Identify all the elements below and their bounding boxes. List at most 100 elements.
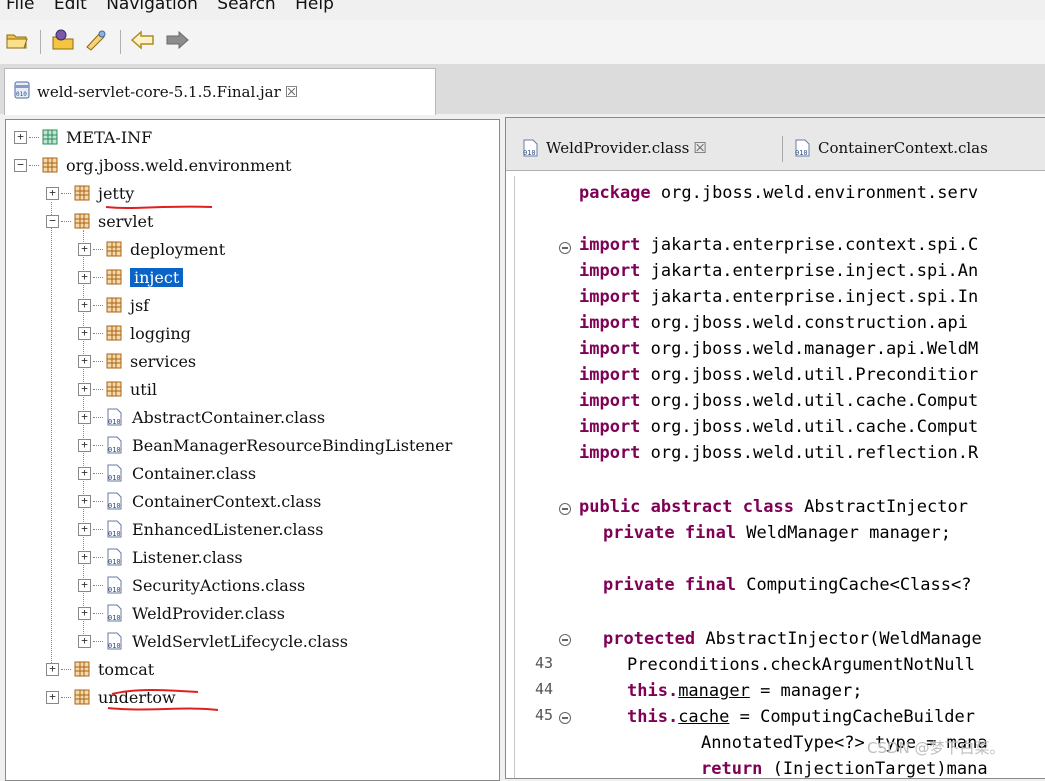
expand-icon[interactable]: + [78, 382, 91, 396]
fold-icon[interactable] [559, 634, 571, 646]
open-class-icon[interactable] [82, 28, 108, 52]
expand-icon[interactable]: + [14, 130, 27, 144]
tree-item-services[interactable]: + services [78, 348, 196, 374]
tree-item-label: util [130, 379, 157, 399]
code-line-import: import jakarta.enterprise.context.spi.C [579, 235, 979, 255]
tree-item-util[interactable]: + util [78, 376, 157, 402]
svg-text:010: 010 [16, 91, 27, 98]
code-line-package: package org.jboss.weld.environment.serv [579, 183, 979, 203]
expand-icon[interactable]: + [78, 298, 91, 312]
tree-item-jsf[interactable]: + jsf [78, 292, 149, 318]
class-file-icon: 010 [107, 632, 122, 650]
tree-item-class-file[interactable]: + 010 Listener.class [78, 544, 243, 570]
watermark: CSDN @梦下白菜。 [867, 739, 1005, 757]
tree-item-label: WeldServletLifecycle.class [132, 631, 348, 651]
class-file-icon: 010 [107, 464, 122, 482]
package-icon [106, 381, 122, 397]
package-icon [106, 241, 122, 257]
menu-navigation[interactable]: Navigation [106, 0, 198, 14]
package-icon [106, 269, 122, 285]
expand-icon[interactable]: + [78, 634, 91, 648]
expand-icon[interactable]: + [78, 522, 91, 536]
tree-item-label: EnhancedListener.class [132, 519, 324, 539]
tree-item-class-file[interactable]: + 010 Container.class [78, 460, 256, 486]
menu-edit[interactable]: Edit [54, 0, 87, 14]
tree-item-class-file[interactable]: + 010 EnhancedListener.class [78, 516, 323, 542]
menu-help[interactable]: Help [295, 0, 334, 14]
tree-item-class-file[interactable]: + 010 SecurityActions.class [78, 572, 305, 598]
expand-icon[interactable]: + [46, 186, 59, 200]
code-line-import: import org.jboss.weld.manager.api.WeldM [579, 339, 979, 359]
collapse-icon[interactable]: − [46, 214, 59, 228]
tree-item-inject[interactable]: + inject [78, 264, 184, 290]
code-line-import: import org.jboss.weld.util.Preconditior [579, 365, 979, 385]
back-arrow-icon[interactable] [130, 28, 156, 52]
expand-icon[interactable]: + [78, 242, 91, 256]
tree-item-tomcat[interactable]: + tomcat [46, 656, 154, 682]
menu-file[interactable]: File [6, 0, 34, 14]
expand-icon[interactable]: + [46, 690, 59, 704]
class-file-icon: 010 [107, 520, 122, 538]
tree-item-servlet[interactable]: − servlet [46, 208, 153, 234]
class-file-icon: 010 [107, 604, 122, 622]
tree-item-class-file[interactable]: + 010 AbstractContainer.class [78, 404, 325, 430]
expand-icon[interactable]: + [78, 438, 91, 452]
expand-icon[interactable]: + [78, 410, 91, 424]
close-icon[interactable]: ☒ [285, 83, 298, 101]
jar-tab[interactable]: 010 weld-servlet-core-5.1.5.Final.jar ☒ [4, 68, 436, 115]
fold-icon[interactable] [559, 242, 571, 254]
toolbar [0, 20, 1045, 65]
tree-item-label: Listener.class [132, 547, 243, 567]
tree-item-meta-inf[interactable]: + META-INF [14, 124, 152, 150]
red-underline-annotation [107, 689, 219, 711]
tree-item-class-file[interactable]: + 010 ContainerContext.class [78, 488, 321, 514]
class-file-editor: 010 WeldProvider.class ☒ 010 ContainerCo… [505, 117, 1045, 779]
expand-icon[interactable]: + [78, 354, 91, 368]
class-file-icon: 010 [107, 548, 122, 566]
expand-icon[interactable]: + [78, 466, 91, 480]
tree-item-label: ContainerContext.class [132, 491, 322, 511]
code-line-import: import org.jboss.weld.util.reflection.R [579, 443, 979, 463]
tree-item-class-file[interactable]: + 010 WeldServletLifecycle.class [78, 628, 348, 654]
tree-item-label: deployment [130, 239, 226, 259]
package-icon [74, 185, 90, 201]
tab-weldprovider[interactable]: 010 WeldProvider.class ☒ [520, 126, 707, 170]
jar-tab-bar: 010 weld-servlet-core-5.1.5.Final.jar ☒ [0, 64, 1045, 115]
open-folder-icon[interactable] [4, 28, 30, 52]
expand-icon[interactable]: + [78, 578, 91, 592]
tree-item-label: services [130, 351, 197, 371]
code-line-45: this.cache = ComputingCacheBuilder [627, 707, 976, 727]
expand-icon[interactable]: + [46, 662, 59, 676]
menu-search[interactable]: Search [217, 0, 275, 14]
expand-icon[interactable]: + [78, 494, 91, 508]
close-icon[interactable]: ☒ [693, 139, 706, 157]
class-file-icon: 010 [107, 408, 122, 426]
code-line-44: this.manager = manager; [627, 681, 863, 701]
tree-item-label: org.jboss.weld.environment [66, 155, 292, 175]
fold-icon[interactable] [559, 712, 571, 724]
forward-arrow-icon[interactable] [164, 28, 190, 52]
code-line-field: private final ComputingCache<Class<? [603, 575, 972, 595]
code-editor[interactable]: 43 44 45 package org.jboss.weld.environm… [514, 176, 1045, 778]
package-icon [74, 213, 90, 229]
menu-bar: File Edit Navigation Search Help [0, 0, 1045, 14]
fold-icon[interactable] [559, 503, 571, 515]
expand-icon[interactable]: + [78, 606, 91, 620]
expand-icon[interactable]: + [78, 326, 91, 340]
tab-containercontext[interactable]: 010 ContainerContext.clas [792, 126, 988, 170]
package-icon [106, 297, 122, 313]
svg-text:010: 010 [108, 418, 121, 426]
collapse-icon[interactable]: − [14, 158, 27, 172]
tree-item-class-file[interactable]: + 010 WeldProvider.class [78, 600, 285, 626]
editor-tabs: 010 WeldProvider.class ☒ 010 ContainerCo… [506, 118, 1045, 171]
expand-icon[interactable]: + [78, 550, 91, 564]
open-type-icon[interactable] [50, 28, 76, 52]
package-icon [74, 661, 90, 677]
expand-icon[interactable]: + [78, 270, 91, 284]
tree-item-label: SecurityActions.class [132, 575, 306, 595]
tree-item-class-file[interactable]: + 010 BeanManagerResourceBindingListener [78, 432, 452, 458]
tree-item-label: jetty [98, 183, 135, 203]
tree-item-deployment[interactable]: + deployment [78, 236, 225, 262]
tree-item-root-package[interactable]: − org.jboss.weld.environment [14, 152, 291, 178]
tree-item-logging[interactable]: + logging [78, 320, 191, 346]
